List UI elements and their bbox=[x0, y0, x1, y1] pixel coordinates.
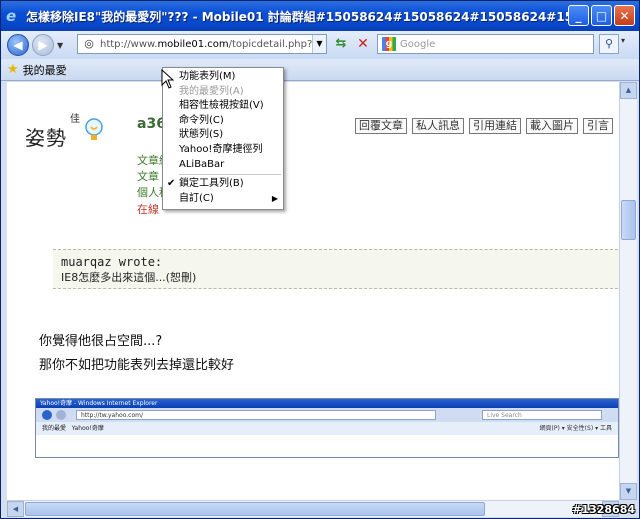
maximize-button[interactable]: □ bbox=[591, 5, 612, 26]
embedded-screenshot[interactable]: Yahoo!奇摩 - Windows Internet Explorer htt… bbox=[35, 398, 619, 458]
embedded-fav-link: Yahoo!奇摩 bbox=[71, 425, 104, 432]
menu-separator bbox=[179, 174, 281, 176]
favorites-label[interactable]: 我的最愛 bbox=[23, 62, 67, 78]
posture-rating: 佳 bbox=[70, 114, 81, 125]
scroll-left-icon[interactable]: ◀ bbox=[7, 501, 24, 517]
mouse-cursor-icon bbox=[161, 69, 175, 89]
vertical-scroll-thumb[interactable] bbox=[621, 200, 636, 240]
reply-line-1: 你覺得他很占空間...? bbox=[39, 334, 163, 349]
window-title: 怎樣移除IE8"我的最愛列"??? - Mobile01 討論群組#150586… bbox=[26, 9, 586, 24]
posture-label: 姿勢 佳 bbox=[25, 114, 80, 151]
page-content: 姿勢 佳 a36 文章編 文章5 個人積 在線 回覆文章 私人訊息 引用連結 載… bbox=[7, 82, 619, 500]
menu-item-status-bar[interactable]: 狀態列(S) bbox=[163, 128, 283, 143]
scroll-down-icon[interactable]: ▼ bbox=[620, 483, 637, 500]
toolbar-context-menu: 功能表列(M) 我的最愛列(A) 相容性檢視按鈕(V) 命令列(C) 狀態列(S… bbox=[162, 67, 284, 210]
back-icon[interactable]: ◀ bbox=[7, 34, 29, 56]
menu-item-lock-toolbars[interactable]: ✔ 鎖定工具列(B) bbox=[163, 177, 283, 192]
stop-icon[interactable]: ✕ bbox=[353, 36, 373, 54]
title-bar[interactable]: e 怎樣移除IE8"我的最愛列"??? - Mobile01 討論群組#1505… bbox=[1, 1, 639, 31]
navigation-bar: ◀ ▶ ▼ ◎ http://www.mobile01.com/topicdet… bbox=[1, 31, 639, 59]
embedded-forward-icon bbox=[56, 410, 66, 420]
post-actions: 回覆文章 私人訊息 引用連結 載入圖片 引言 bbox=[355, 118, 613, 134]
history-dropdown-icon[interactable]: ▼ bbox=[57, 41, 63, 50]
embedded-title: Yahoo!奇摩 - Windows Internet Explorer bbox=[36, 399, 618, 408]
google-logo-icon: g bbox=[382, 37, 396, 51]
menu-item-customize[interactable]: 自訂(C) ▶ bbox=[163, 192, 283, 207]
load-images-button[interactable]: 載入圖片 bbox=[526, 118, 578, 134]
menu-item-alibabar[interactable]: ALiBaBar bbox=[163, 158, 283, 173]
menu-item-yahoo-toolbar[interactable]: Yahoo!奇摩捷徑列 bbox=[163, 143, 283, 158]
ie-logo-icon: e bbox=[6, 7, 17, 25]
lightbulb-icon bbox=[85, 118, 103, 140]
page-favicon-icon: ◎ bbox=[84, 37, 94, 50]
horizontal-scrollbar[interactable]: ◀ ▶ bbox=[7, 500, 619, 517]
forward-icon[interactable]: ▶ bbox=[32, 34, 54, 56]
favorites-bar: ★ 我的最愛 bbox=[1, 59, 639, 81]
image-id-stamp: #1328684 bbox=[572, 503, 635, 516]
embedded-fav-label: 我的最愛 bbox=[42, 425, 67, 432]
menu-item-menubar[interactable]: 功能表列(M) bbox=[163, 70, 283, 85]
info-line-posts: 文章5 bbox=[137, 168, 284, 183]
quote-block: muarqaz wrote: IE8怎麼多出來這個...(恕刪) bbox=[53, 249, 619, 289]
menu-item-favorites-bar[interactable]: 我的最愛列(A) bbox=[163, 85, 283, 100]
minimize-button[interactable]: _ bbox=[568, 5, 589, 26]
online-status: 在線 bbox=[137, 203, 159, 216]
reply-button[interactable]: 回覆文章 bbox=[355, 118, 407, 134]
reply-line-2: 那你不如把功能表列去掉還比較好 bbox=[39, 358, 235, 373]
refresh-icon[interactable]: ⇆ bbox=[331, 36, 351, 54]
embedded-tools: 網頁(P) ▾ 安全性(S) ▾ 工具 bbox=[539, 425, 612, 432]
embedded-back-icon bbox=[42, 410, 52, 420]
search-box[interactable]: g Google bbox=[377, 34, 594, 54]
quote-text: IE8怎麼多出來這個...(恕刪) bbox=[61, 271, 197, 284]
menu-item-compat-view[interactable]: 相容性檢視按鈕(V) bbox=[163, 99, 283, 114]
quote-link-button[interactable]: 引用連結 bbox=[469, 118, 521, 134]
address-bar[interactable]: ◎ http://www.mobile01.com/topicdetail.ph… bbox=[77, 34, 327, 54]
quote-button[interactable]: 引言 bbox=[583, 118, 613, 134]
checkmark-icon: ✔ bbox=[167, 178, 176, 190]
embedded-search: Live Search bbox=[482, 410, 602, 420]
scroll-up-icon[interactable]: ▲ bbox=[620, 82, 637, 99]
private-message-button[interactable]: 私人訊息 bbox=[412, 118, 464, 134]
submenu-arrow-icon: ▶ bbox=[271, 193, 278, 203]
search-icon[interactable]: ⚲ bbox=[599, 34, 619, 54]
menu-item-command-bar[interactable]: 命令列(C) bbox=[163, 114, 283, 129]
close-button[interactable]: ✕ bbox=[614, 5, 635, 26]
ie-window: e 怎樣移除IE8"我的最愛列"??? - Mobile01 討論群組#1505… bbox=[0, 0, 640, 519]
address-url[interactable]: http://www.mobile01.com/topicdetail.php?… bbox=[100, 39, 314, 50]
quote-author: muarqaz wrote: bbox=[61, 255, 163, 269]
embedded-address: http://tw.yahoo.com/ bbox=[76, 410, 436, 420]
vertical-scrollbar[interactable]: ▲ ▼ bbox=[619, 82, 637, 500]
favorites-star-icon[interactable]: ★ bbox=[7, 62, 19, 77]
search-placeholder: Google bbox=[400, 38, 436, 50]
address-dropdown-icon[interactable]: ▼ bbox=[312, 35, 326, 53]
horizontal-scroll-thumb[interactable] bbox=[25, 502, 485, 516]
search-options-icon[interactable]: ▾ bbox=[621, 36, 633, 45]
